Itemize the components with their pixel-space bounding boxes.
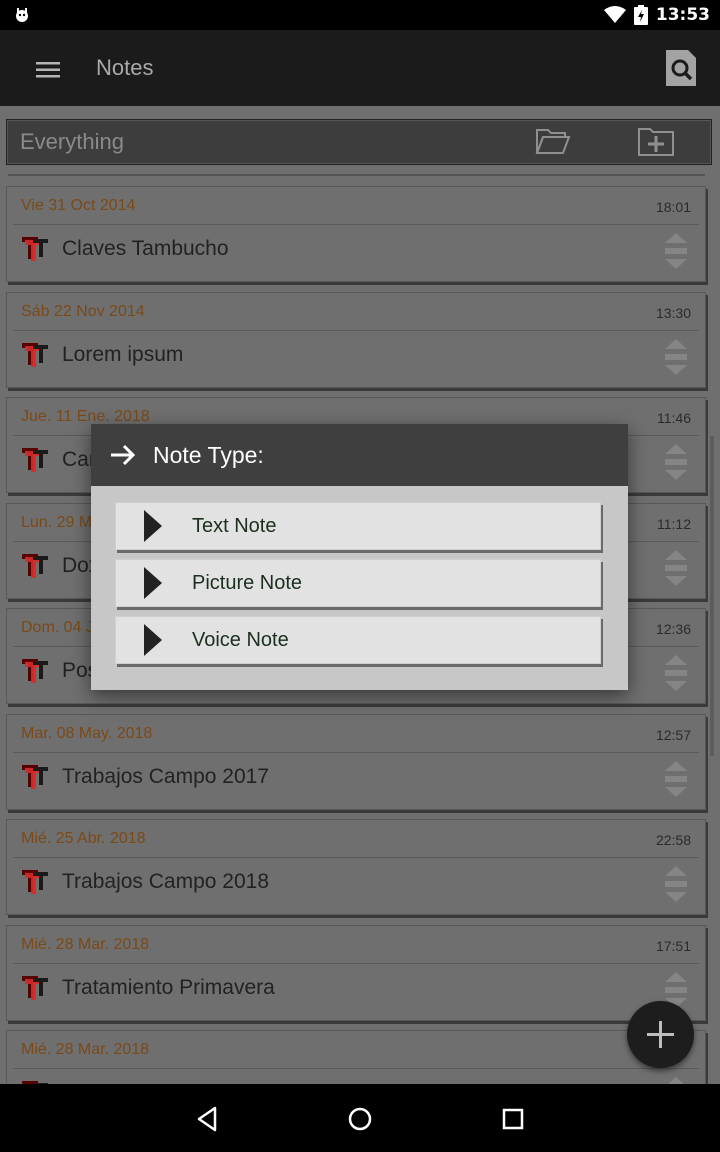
drag-handle-icon[interactable] bbox=[663, 442, 689, 482]
note-title: Lorem ipsum bbox=[62, 343, 184, 366]
drag-handle-icon[interactable] bbox=[663, 231, 689, 271]
note-date: Mié. 28 Mar. 2018 bbox=[21, 1041, 150, 1058]
note-date: Lun. 29 M bbox=[21, 514, 93, 531]
scrollbar[interactable] bbox=[710, 436, 714, 756]
note-date: Mié. 28 Mar. 2018 bbox=[21, 936, 150, 953]
note-date: Dom. 04 J bbox=[21, 619, 94, 636]
note-date: Mié. 25 Abr. 2018 bbox=[21, 830, 146, 847]
text-note-icon bbox=[22, 765, 48, 789]
play-triangle-icon bbox=[144, 567, 162, 599]
page-title: Notes bbox=[96, 55, 154, 80]
category-label: Everything bbox=[20, 129, 124, 154]
note-title: Trabajos Campo 2017 bbox=[62, 765, 270, 788]
arrow-right-icon bbox=[111, 444, 136, 466]
card-separator bbox=[13, 330, 699, 331]
card-separator bbox=[13, 963, 699, 964]
drag-handle-icon[interactable] bbox=[663, 653, 689, 693]
drag-handle-icon[interactable] bbox=[663, 759, 689, 799]
back-icon[interactable] bbox=[193, 1104, 223, 1134]
note-date: Sáb 22 Nov 2014 bbox=[21, 303, 145, 320]
wifi-icon bbox=[603, 6, 626, 23]
play-triangle-icon bbox=[144, 510, 162, 542]
text-note-icon bbox=[22, 659, 48, 683]
recent-apps-icon[interactable] bbox=[498, 1104, 528, 1134]
plus-icon bbox=[647, 1021, 674, 1048]
card-separator bbox=[13, 752, 699, 753]
home-icon[interactable] bbox=[345, 1104, 375, 1134]
note-time: 12:57 bbox=[655, 727, 691, 743]
note-title: Claves Tambucho bbox=[62, 237, 229, 260]
card-separator bbox=[13, 224, 699, 225]
drag-handle-icon[interactable] bbox=[663, 548, 689, 588]
text-note-icon bbox=[22, 870, 48, 894]
note-card[interactable]: Mié. 28 Mar. 2018 17:51 Tratamiento Primav… bbox=[6, 925, 706, 1021]
hamburger-menu-icon[interactable] bbox=[32, 54, 64, 86]
android-debug-icon bbox=[16, 8, 28, 22]
dialog-title: Note Type: bbox=[153, 442, 264, 468]
note-time: 12:36 bbox=[655, 621, 691, 637]
add-folder-icon[interactable] bbox=[637, 125, 675, 157]
play-triangle-icon bbox=[144, 624, 162, 656]
note-card[interactable]: Sáb 22 Nov 2014 13:30 Lorem ipsum bbox=[6, 292, 706, 388]
add-note-button[interactable] bbox=[627, 1001, 694, 1068]
note-time: 17:51 bbox=[655, 938, 691, 954]
dialog-header: Note Type: bbox=[91, 424, 628, 486]
category-filter[interactable]: Everything bbox=[6, 119, 712, 165]
note-title: Trabajos Campo 2018 bbox=[62, 870, 270, 893]
note-type-dialog: Note Type: Text Note Picture Note Voice … bbox=[91, 424, 628, 690]
text-note-icon bbox=[22, 343, 48, 367]
note-card[interactable]: Vie 31 Oct 2014 18:01 Claves Tambucho bbox=[6, 186, 706, 282]
battery-icon bbox=[633, 5, 648, 25]
status-bar: 13:53 bbox=[0, 0, 720, 30]
text-note-icon bbox=[22, 237, 48, 261]
navigation-bar bbox=[0, 1084, 720, 1152]
note-date: Vie 31 Oct 2014 bbox=[21, 197, 136, 214]
search-note-icon[interactable] bbox=[664, 48, 698, 88]
option-label: Voice Note bbox=[192, 629, 289, 651]
option-label: Text Note bbox=[192, 515, 277, 537]
text-note-option[interactable]: Text Note bbox=[115, 502, 601, 550]
text-note-icon bbox=[22, 554, 48, 578]
note-time: 13:30 bbox=[655, 305, 691, 321]
folder-icon[interactable] bbox=[535, 126, 571, 156]
picture-note-option[interactable]: Picture Note bbox=[115, 559, 601, 607]
option-label: Picture Note bbox=[192, 572, 303, 594]
card-separator bbox=[13, 1068, 699, 1069]
note-time: 11:12 bbox=[657, 516, 691, 532]
text-note-icon bbox=[22, 976, 48, 1000]
note-title: Tratamiento Primavera bbox=[62, 976, 275, 999]
note-time: 11:46 bbox=[657, 410, 691, 426]
text-note-icon bbox=[22, 448, 48, 472]
clock: 13:53 bbox=[655, 5, 710, 25]
app-bar: Notes bbox=[0, 30, 720, 106]
card-separator bbox=[13, 857, 699, 858]
note-time: 18:01 bbox=[655, 199, 691, 215]
divider bbox=[8, 174, 705, 176]
note-card[interactable]: Mar. 08 May. 2018 12:57 Trabajos Campo 201… bbox=[6, 714, 706, 810]
voice-note-option[interactable]: Voice Note bbox=[115, 616, 601, 664]
note-card[interactable]: Mié. 25 Abr. 2018 22:58 Trabajos Campo 201… bbox=[6, 819, 706, 915]
drag-handle-icon[interactable] bbox=[663, 864, 689, 904]
note-date: Mar. 08 May. 2018 bbox=[21, 725, 153, 742]
note-time: 22:58 bbox=[655, 832, 691, 848]
drag-handle-icon[interactable] bbox=[663, 337, 689, 377]
